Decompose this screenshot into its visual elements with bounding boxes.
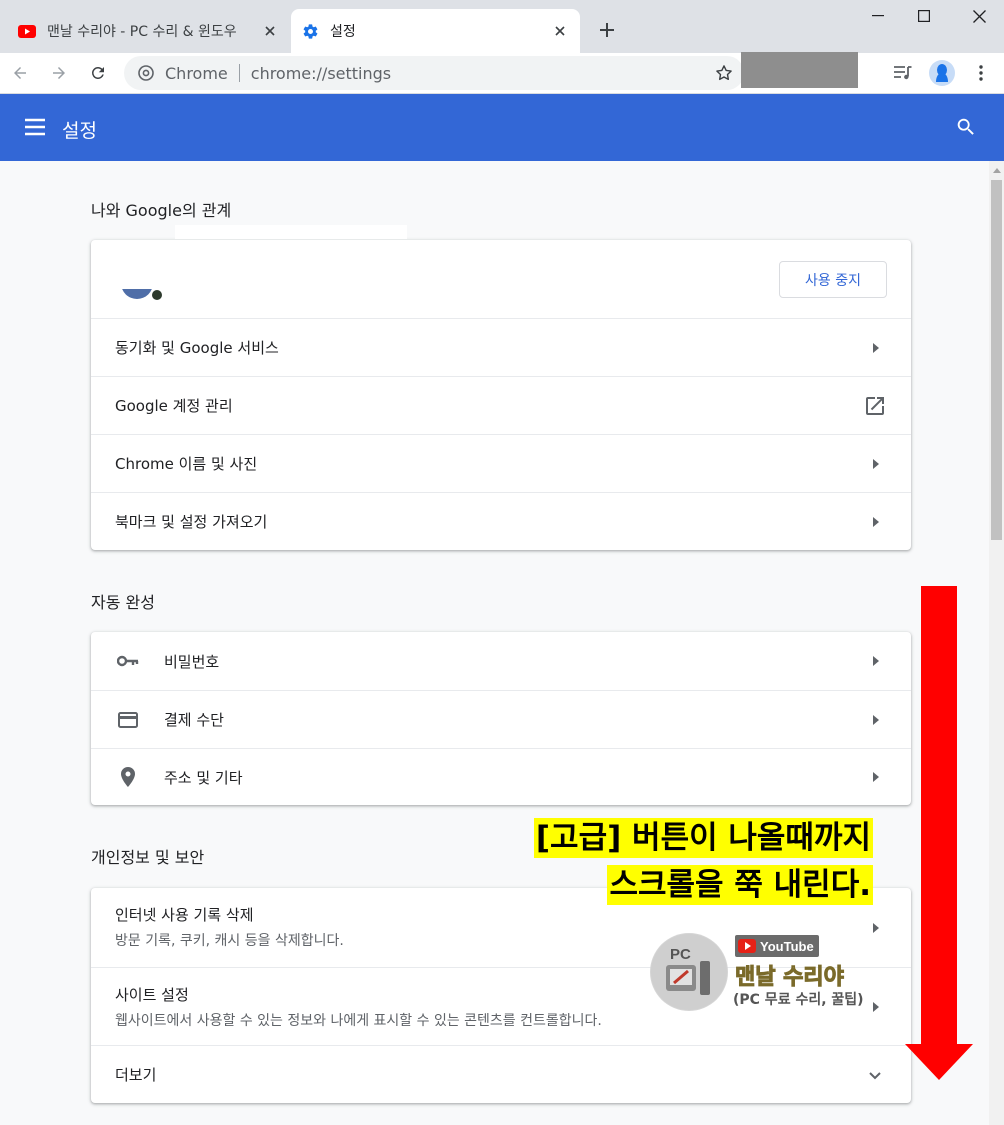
redacted-area	[175, 225, 407, 239]
stop-sync-button[interactable]: 사용 중지	[779, 261, 887, 298]
row-label: 결제 수단	[164, 711, 224, 729]
row-sync-services[interactable]: 동기화 및 Google 서비스	[91, 318, 911, 376]
window-close-button[interactable]	[956, 2, 1002, 30]
minimize-icon	[872, 15, 884, 17]
row-import-bookmarks[interactable]: 북마크 및 설정 가져오기	[91, 492, 911, 550]
section-title-autofill: 자동 완성	[91, 593, 155, 612]
hamburger-menu-icon[interactable]	[24, 116, 46, 138]
tab-settings[interactable]: 설정	[291, 9, 580, 53]
row-chrome-name-photo[interactable]: Chrome 이름 및 사진	[91, 434, 911, 492]
menu-button[interactable]	[967, 59, 995, 87]
account-row: 사용 중지	[91, 225, 911, 318]
arrow-right-icon	[53, 67, 65, 79]
row-addresses[interactable]: 주소 및 기타	[91, 748, 911, 805]
svg-text:PC: PC	[670, 946, 691, 963]
chevron-down-icon	[869, 1071, 881, 1079]
row-label: 주소 및 기타	[164, 768, 243, 787]
account-avatar	[119, 288, 169, 302]
bookmark-star-icon[interactable]	[712, 61, 736, 85]
search-icon[interactable]	[955, 116, 977, 138]
scrollbar-thumb[interactable]	[991, 180, 1002, 540]
maximize-button[interactable]	[901, 2, 947, 30]
arrow-right-icon	[871, 458, 881, 470]
divider	[238, 64, 240, 82]
row-label: 인터넷 사용 기록 삭제	[115, 906, 254, 924]
close-icon[interactable]	[260, 21, 280, 41]
arrow-right-icon	[871, 655, 881, 667]
arrow-right-icon	[871, 516, 881, 528]
reload-icon	[91, 66, 104, 79]
gear-icon	[301, 22, 319, 40]
playlist-icon	[894, 66, 912, 80]
avatar-icon	[929, 60, 955, 86]
section-title-google: 나와 Google의 관계	[91, 201, 232, 220]
credit-card-icon	[117, 709, 139, 731]
chrome-logo-icon	[138, 65, 154, 81]
arrow-right-icon	[871, 771, 881, 783]
youtube-icon	[738, 939, 756, 953]
new-tab-button[interactable]	[594, 17, 620, 43]
row-payment-methods[interactable]: 결제 수단	[91, 690, 911, 748]
channel-subtitle: (PC 무료 수리, 꿀팁)	[733, 992, 864, 1008]
arrow-left-icon	[14, 67, 26, 79]
row-label: 비밀번호	[164, 652, 220, 671]
tab-strip: 맨날 수리야 - PC 수리 & 윈도우 설정	[0, 0, 1004, 53]
row-more[interactable]: 더보기	[91, 1045, 911, 1103]
row-label: Chrome 이름 및 사진	[115, 455, 258, 473]
forward-button[interactable]	[45, 59, 73, 87]
minimize-button[interactable]	[855, 2, 901, 30]
youtube-label: YouTube	[760, 938, 814, 954]
row-label: Google 계정 관리	[115, 397, 233, 415]
autofill-card: 비밀번호 결제 수단 주소 및 기타	[91, 632, 911, 805]
youtube-icon	[18, 22, 36, 40]
row-sublabel: 웹사이트에서 사용할 수 있는 정보와 나에게 표시할 수 있는 콘텐츠를 컨트…	[115, 1013, 602, 1029]
open-in-new-icon	[866, 396, 884, 415]
row-sublabel: 방문 기록, 쿠키, 캐시 등을 삭제합니다.	[115, 933, 344, 949]
tab-title: 설정	[330, 24, 356, 40]
reload-button[interactable]	[84, 59, 112, 87]
redacted-area	[741, 52, 858, 88]
scroll-up-arrow-icon[interactable]	[993, 168, 1001, 173]
site-chip: Chrome	[165, 63, 228, 83]
arrow-right-icon	[871, 714, 881, 726]
url-text[interactable]: chrome://settings	[251, 64, 391, 83]
arrow-right-icon	[871, 342, 881, 354]
annotation-line-2: 스크롤을 쭉 내린다.	[607, 865, 873, 905]
tab-youtube[interactable]: 맨날 수리야 - PC 수리 & 윈도우	[8, 9, 290, 53]
page-title: 설정	[62, 120, 97, 142]
google-card: 사용 중지 동기화 및 Google 서비스 Google 계정 관리 Chro…	[91, 225, 911, 550]
channel-badge-logo: PC	[650, 933, 728, 1011]
key-icon	[117, 650, 139, 672]
maximize-icon	[918, 10, 930, 22]
back-button[interactable]	[6, 59, 34, 87]
media-control-button[interactable]	[889, 59, 917, 87]
channel-name: 맨날 수리야	[735, 965, 845, 991]
settings-header: 설정	[0, 94, 1004, 161]
channel-watermark: PC YouTube 맨날 수리야 (PC 무료 수리, 꿀팁)	[650, 933, 876, 1013]
row-label: 사이트 설정	[115, 986, 189, 1004]
section-title-privacy: 개인정보 및 보안	[91, 848, 205, 867]
profile-avatar[interactable]	[928, 59, 956, 87]
close-icon[interactable]	[550, 21, 570, 41]
red-arrow-down-icon	[905, 586, 973, 1080]
row-passwords[interactable]: 비밀번호	[91, 632, 911, 690]
location-pin-icon	[117, 766, 139, 788]
row-manage-account[interactable]: Google 계정 관리	[91, 376, 911, 434]
more-vert-icon	[979, 65, 983, 81]
tab-title: 맨날 수리야 - PC 수리 & 윈도우	[47, 24, 237, 40]
youtube-badge: YouTube	[735, 935, 819, 957]
row-label: 북마크 및 설정 가져오기	[115, 513, 268, 531]
plus-icon	[600, 23, 614, 37]
address-bar[interactable]: Chrome chrome://settings	[124, 56, 744, 90]
close-icon	[972, 9, 986, 23]
row-label: 동기화 및 Google 서비스	[115, 339, 279, 357]
annotation-line-1: [고급] 버튼이 나올때까지	[533, 818, 873, 858]
arrow-right-icon	[871, 922, 881, 934]
row-label: 더보기	[115, 1066, 157, 1084]
